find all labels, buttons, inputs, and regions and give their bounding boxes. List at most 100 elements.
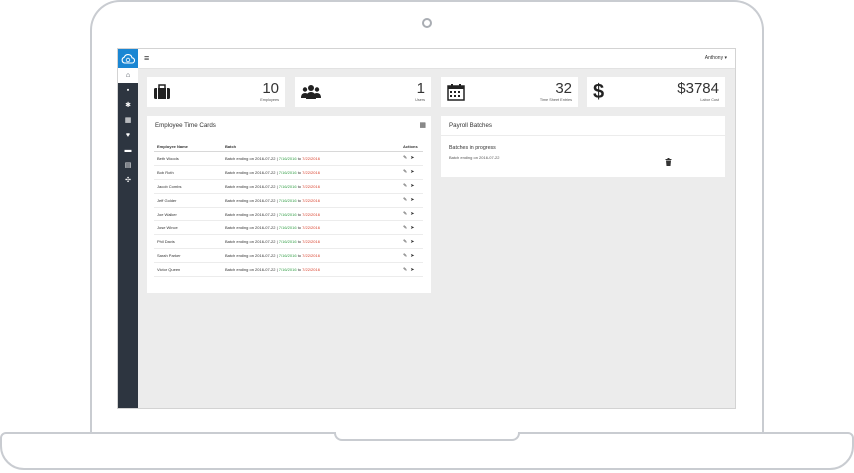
menu-icon[interactable]: ≡: [144, 53, 149, 63]
edit-pencil-icon[interactable]: ✎: [403, 197, 407, 203]
briefcase-icon: [153, 83, 171, 101]
start-date: 7/16/2016: [278, 197, 297, 203]
table-row: Jacob Combs Batch ending on 2016-07-22 | …: [154, 179, 423, 194]
send-icon[interactable]: ➤: [410, 183, 414, 189]
batch-cell: Batch ending on 2016-07-22 | 7/16/2016 t…: [222, 207, 400, 222]
gear-icon[interactable]: ✱: [118, 98, 138, 113]
send-icon[interactable]: ➤: [410, 211, 414, 217]
user-menu[interactable]: Anthony ▾: [705, 55, 727, 61]
send-icon[interactable]: ➤: [410, 267, 414, 273]
edit-pencil-icon[interactable]: ✎: [403, 239, 407, 245]
timecards-table: Employee Name Batch Actions Beth Woods Ba…: [154, 141, 423, 278]
start-date: 7/16/2016: [278, 211, 297, 217]
actions-cell: ✎ ➤: [400, 165, 423, 180]
edit-pencil-icon[interactable]: ✎: [403, 225, 407, 231]
send-icon[interactable]: ➤: [410, 253, 414, 259]
batch-text: Batch ending on 2016-07-22 |: [225, 211, 278, 217]
employee-name: Jose Wince: [154, 220, 222, 236]
start-date: 7/16/2016: [278, 183, 297, 189]
start-date: 7/16/2016: [278, 169, 297, 175]
start-date: 7/16/2016: [278, 155, 297, 161]
laptop-notch: [334, 432, 520, 441]
batch-cell: Batch ending on 2016-07-22 | 7/16/2016 t…: [222, 193, 400, 208]
actions-cell: ✎ ➤: [400, 220, 423, 236]
send-icon[interactable]: ➤: [410, 155, 414, 161]
start-date: 7/16/2016: [278, 267, 297, 273]
batch-cell: Batch ending on 2016-07-22 | 7/16/2016 t…: [222, 179, 400, 194]
send-icon[interactable]: ➤: [410, 225, 414, 231]
edit-pencil-icon[interactable]: ✎: [403, 183, 407, 189]
end-date: 7/22/2016: [302, 225, 320, 231]
employee-name: Bob Roth: [154, 165, 222, 180]
send-icon[interactable]: ➤: [410, 169, 414, 175]
employee-name: Phil Davis: [154, 234, 222, 250]
to-text: to: [297, 169, 302, 175]
start-date: 7/16/2016: [278, 225, 297, 231]
actions-cell: ✎ ➤: [400, 234, 423, 250]
end-date: 7/22/2016: [302, 239, 320, 245]
batch-cell: Batch ending on 2016-07-22 | 7/16/2016 t…: [222, 248, 400, 264]
shield-icon[interactable]: ♥: [118, 128, 138, 143]
employee-name: Beth Woods: [154, 151, 222, 166]
edit-pencil-icon[interactable]: ✎: [403, 155, 407, 161]
end-date: 7/22/2016: [302, 197, 320, 203]
to-text: to: [297, 197, 302, 203]
start-date: 7/16/2016: [278, 239, 297, 245]
edit-pencil-icon[interactable]: ✎: [403, 211, 407, 217]
trash-icon[interactable]: [665, 153, 672, 171]
start-date: 7/16/2016: [278, 253, 297, 259]
calendar-icon[interactable]: ▦: [118, 113, 138, 128]
building-icon[interactable]: ▪: [118, 83, 138, 98]
batch-item[interactable]: Batch ending on 2016-07-22: [449, 155, 499, 160]
stat-card-labor: $ $3784 Labor Cost: [587, 77, 725, 107]
stat-value: $3784: [677, 80, 719, 97]
to-text: to: [297, 253, 302, 259]
document-icon[interactable]: ▤: [118, 158, 138, 173]
batch-text: Batch ending on 2016-07-22 |: [225, 183, 278, 189]
payroll-panel: Payroll Batches Batches in progress Batc…: [441, 116, 725, 177]
edit-pencil-icon[interactable]: ✎: [403, 169, 407, 175]
table-row: Jeff Golder Batch ending on 2016-07-22 | …: [154, 193, 423, 208]
batch-text: Batch ending on 2016-07-22 |: [225, 267, 278, 273]
to-text: to: [297, 211, 302, 217]
top-bar: ≡ Anthony ▾: [138, 49, 735, 69]
car-icon[interactable]: ▬: [118, 143, 138, 158]
batch-cell: Batch ending on 2016-07-22 | 7/16/2016 t…: [222, 234, 400, 250]
table-row: Bob Roth Batch ending on 2016-07-22 | 7/1…: [154, 165, 423, 180]
stat-card-users: 1 Users: [295, 77, 431, 107]
cloud-logo-icon[interactable]: [118, 49, 138, 68]
cubes-icon[interactable]: ✣: [118, 173, 138, 188]
panel-title: Employee Time Cards: [155, 122, 216, 129]
edit-pencil-icon[interactable]: ✎: [403, 267, 407, 273]
col-header: Batch: [222, 141, 400, 152]
home-icon[interactable]: ⌂: [118, 68, 138, 83]
edit-pencil-icon[interactable]: ✎: [403, 253, 407, 259]
divider: [441, 135, 725, 136]
send-icon[interactable]: ➤: [410, 239, 414, 245]
batch-cell: Batch ending on 2016-07-22 | 7/16/2016 t…: [222, 262, 400, 278]
employee-name: Joe Walker: [154, 207, 222, 222]
calendar-icon: [447, 83, 465, 101]
stat-label: Employees: [260, 98, 279, 102]
stat-card-entries: 32 Time Sheet Entries: [441, 77, 578, 107]
to-text: to: [297, 155, 302, 161]
employee-name: Jeff Golder: [154, 193, 222, 208]
table-row: Beth Woods Batch ending on 2016-07-22 | 7…: [154, 151, 423, 166]
batch-text: Batch ending on 2016-07-22 |: [225, 197, 278, 203]
table-row: Jose Wince Batch ending on 2016-07-22 | 7…: [154, 220, 423, 236]
to-text: to: [297, 267, 302, 273]
app-screen: ⌂ ▪ ✱ ▦ ♥ ▬ ▤ ✣ ≡ Anthony ▾ 10 Employees…: [117, 48, 736, 409]
to-text: to: [297, 225, 302, 231]
timecards-panel: Employee Time Cards ▦ Employee Name Batc…: [147, 116, 431, 293]
col-header: Employee Name: [154, 141, 222, 152]
end-date: 7/22/2016: [302, 253, 320, 259]
calendar-icon[interactable]: ▦: [419, 121, 426, 129]
actions-cell: ✎ ➤: [400, 207, 423, 222]
table-row: Sarah Parker Batch ending on 2016-07-22 |…: [154, 248, 423, 264]
stat-value: 1: [416, 80, 425, 97]
send-icon[interactable]: ➤: [410, 197, 414, 203]
sidebar: ⌂ ▪ ✱ ▦ ♥ ▬ ▤ ✣: [118, 49, 138, 408]
to-text: to: [297, 183, 302, 189]
end-date: 7/22/2016: [302, 267, 320, 273]
stat-label: Users: [415, 98, 425, 102]
